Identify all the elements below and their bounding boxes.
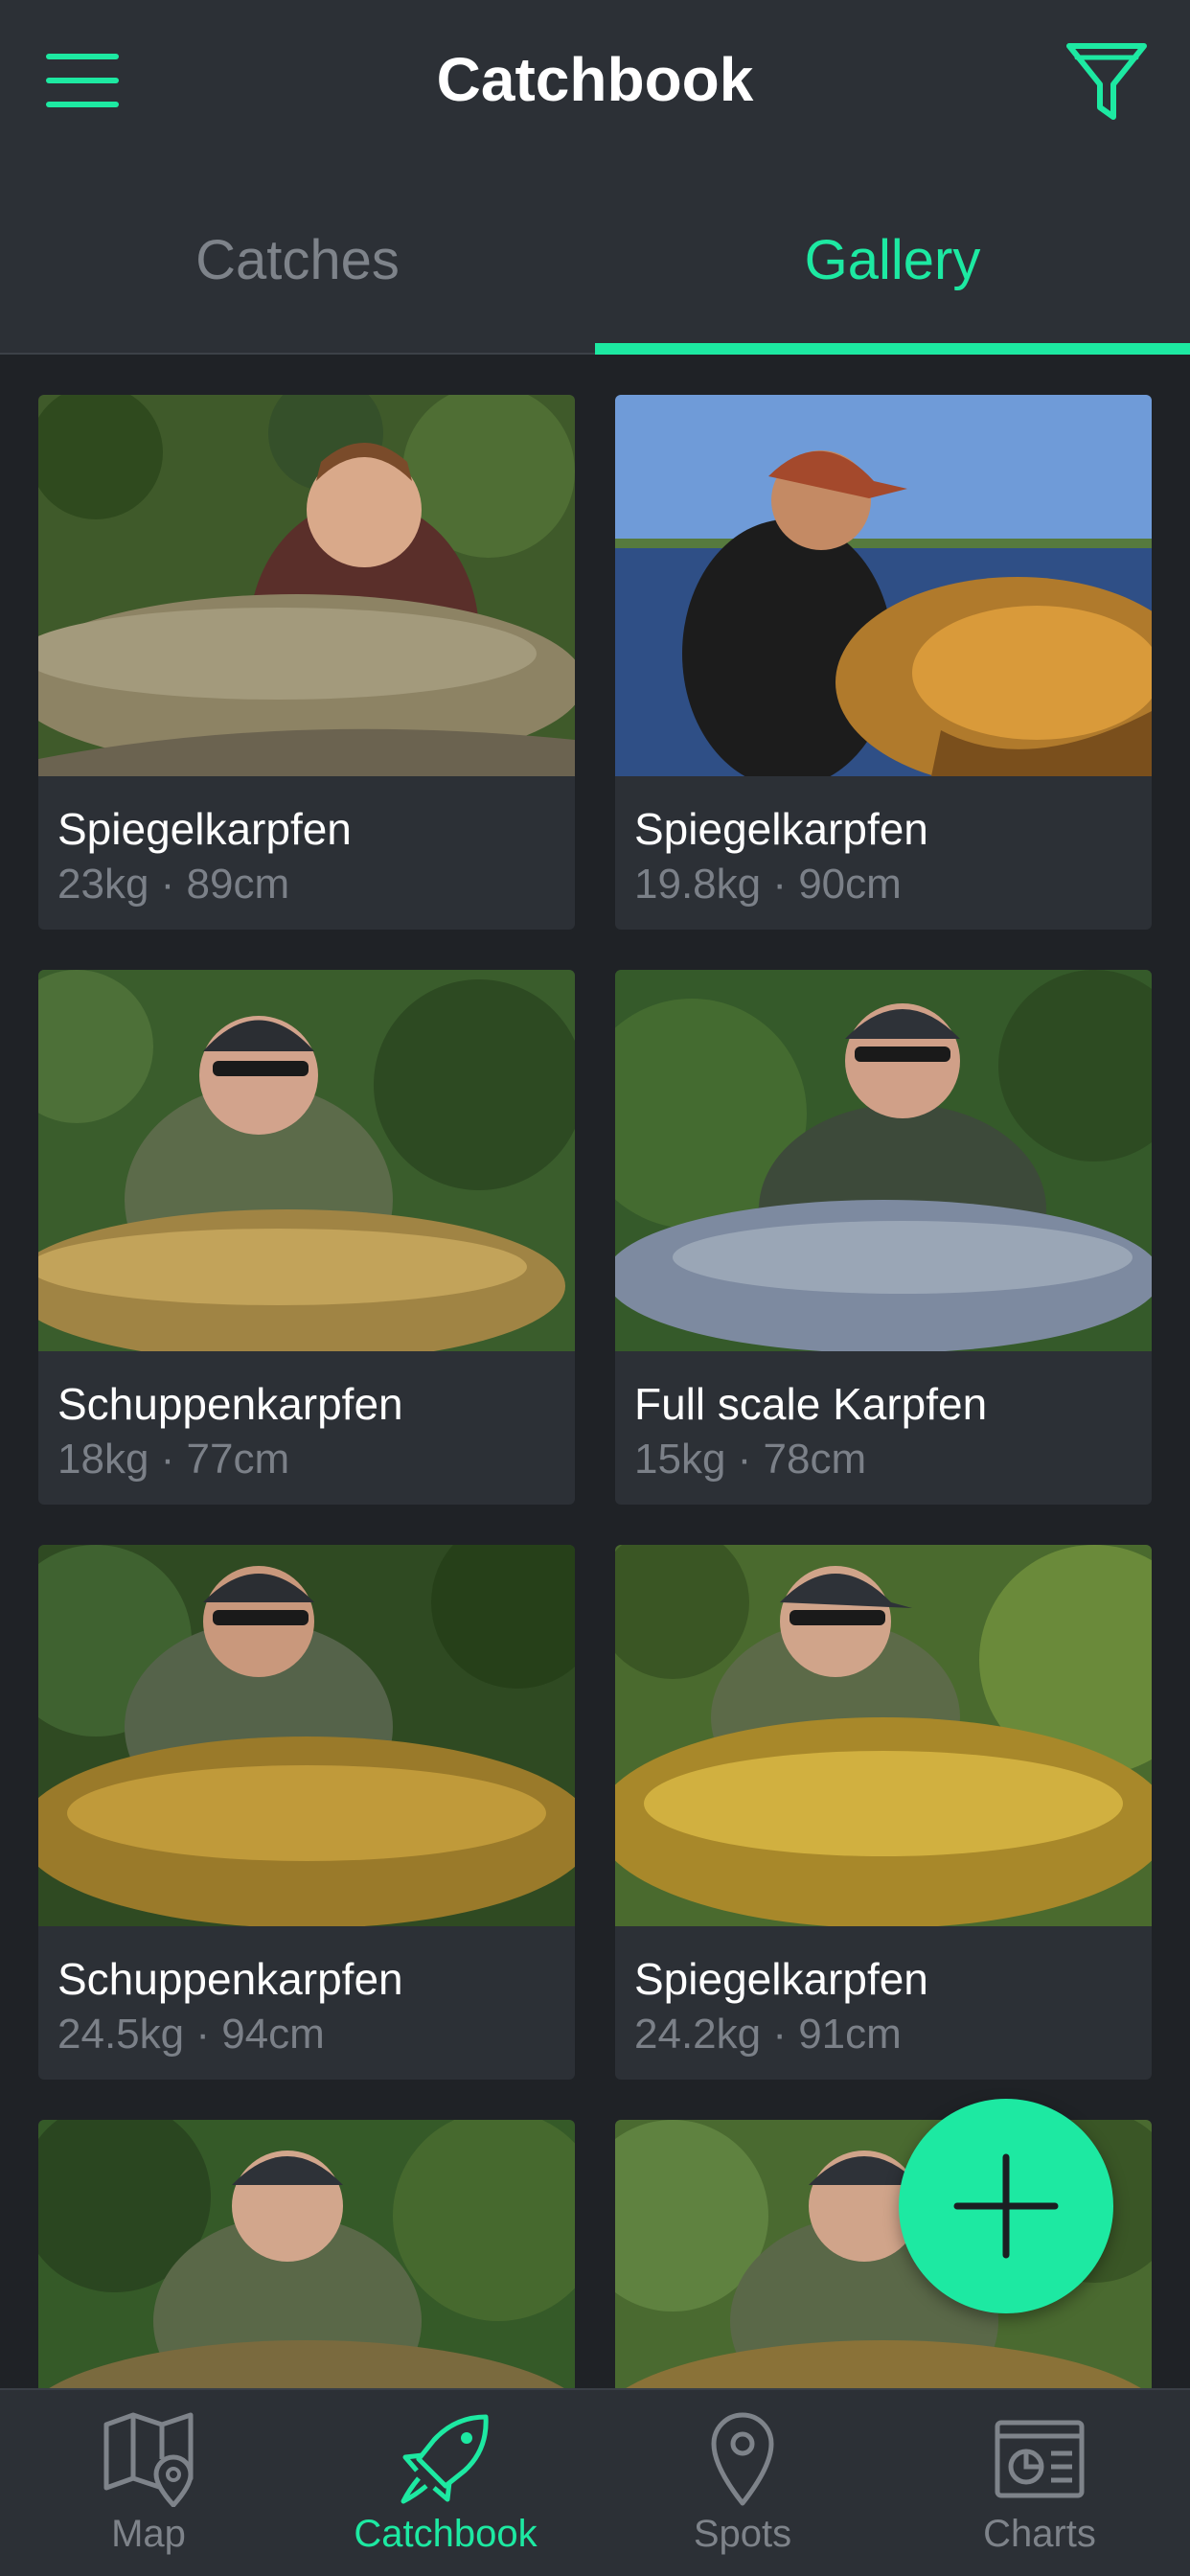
- catch-card[interactable]: [38, 2120, 575, 2388]
- nav-item-catchbook[interactable]: Catchbook: [297, 2390, 594, 2576]
- species-name: Spiegelkarpfen: [634, 804, 928, 854]
- map-pin-icon: [103, 2412, 194, 2507]
- catch-photo: [615, 970, 1152, 1351]
- catch-card[interactable]: Spiegelkarpfen 19.8kg · 90cm: [615, 395, 1152, 930]
- catch-photo: [38, 2120, 575, 2388]
- app-header: Catchbook: [0, 0, 1190, 165]
- tab-gallery[interactable]: Gallery: [595, 165, 1190, 355]
- gallery-grid: Spiegelkarpfen 23kg · 89cm Spiegelkarpfe…: [0, 356, 1190, 2388]
- fish-icon: [400, 2414, 489, 2504]
- catch-card[interactable]: Spiegelkarpfen 24.2kg · 91cm: [615, 1545, 1152, 2080]
- active-tab-indicator: [595, 343, 1190, 355]
- catch-stats: 23kg · 89cm: [57, 861, 290, 908]
- page-title: Catchbook: [436, 45, 754, 114]
- chart-dashboard-icon: [995, 2420, 1085, 2498]
- plus-icon: [953, 2153, 1059, 2259]
- bottom-nav: Map Catchbook Spots Charts: [0, 2388, 1190, 2576]
- tab-catches[interactable]: Catches: [0, 165, 595, 355]
- catch-photo: [38, 970, 575, 1351]
- species-name: Schuppenkarpfen: [57, 1379, 403, 1429]
- catch-stats: 24.2kg · 91cm: [634, 2011, 902, 2058]
- catch-card[interactable]: Spiegelkarpfen 23kg · 89cm: [38, 395, 575, 930]
- nav-item-spots[interactable]: Spots: [594, 2390, 891, 2576]
- filter-funnel-icon[interactable]: [1064, 38, 1150, 125]
- species-name: Spiegelkarpfen: [57, 804, 352, 854]
- catch-photo: [38, 1545, 575, 1926]
- location-pin-icon: [711, 2412, 774, 2506]
- add-catch-button[interactable]: [899, 2099, 1113, 2313]
- nav-label: Spots: [693, 2513, 792, 2555]
- catch-card[interactable]: Full scale Karpfen 15kg · 78cm: [615, 970, 1152, 1505]
- species-name: Full scale Karpfen: [634, 1379, 988, 1429]
- catch-stats: 15kg · 78cm: [634, 1436, 867, 1483]
- catch-card[interactable]: Schuppenkarpfen 24.5kg · 94cm: [38, 1545, 575, 2080]
- species-name: Schuppenkarpfen: [57, 1954, 403, 2004]
- catch-stats: 19.8kg · 90cm: [634, 861, 902, 908]
- catch-photo: [615, 1545, 1152, 1926]
- species-name: Spiegelkarpfen: [634, 1954, 928, 2004]
- catch-stats: 24.5kg · 94cm: [57, 2011, 325, 2058]
- catch-stats: 18kg · 77cm: [57, 1436, 290, 1483]
- catch-card[interactable]: Schuppenkarpfen 18kg · 77cm: [38, 970, 575, 1505]
- catch-photo: [38, 395, 575, 776]
- nav-label: Map: [111, 2513, 186, 2555]
- nav-item-charts[interactable]: Charts: [891, 2390, 1188, 2576]
- nav-label: Catchbook: [354, 2513, 538, 2555]
- nav-item-map[interactable]: Map: [0, 2390, 297, 2576]
- tab-bar: Catches Gallery: [0, 165, 1190, 355]
- catch-photo: [615, 395, 1152, 776]
- nav-label: Charts: [983, 2513, 1096, 2555]
